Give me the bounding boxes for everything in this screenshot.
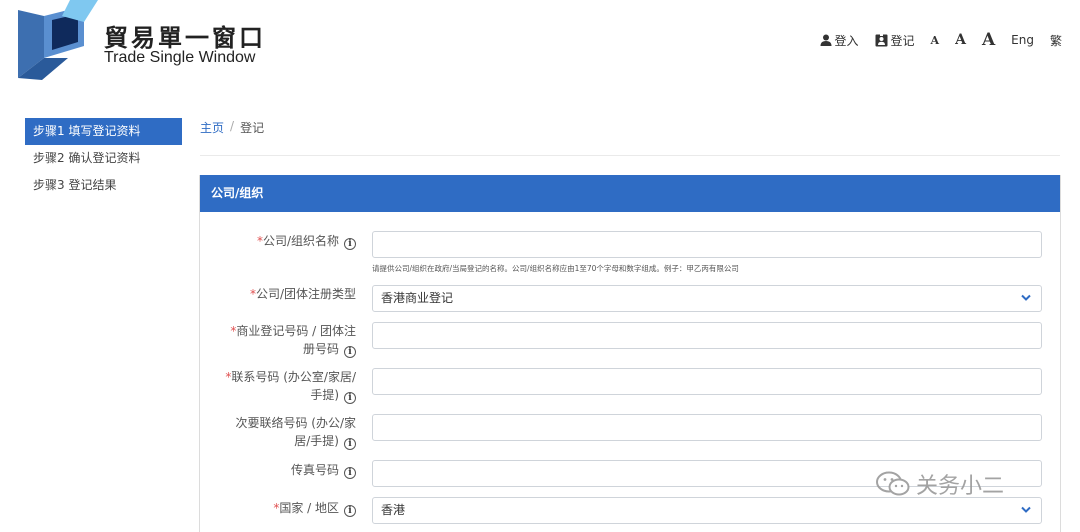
panel-title: 公司/组织 <box>200 175 1060 212</box>
language-traditional-chinese-link[interactable]: 繁 <box>1050 32 1062 49</box>
chevron-down-icon <box>1021 294 1031 301</box>
info-icon[interactable]: i <box>344 505 356 517</box>
secondary-contact-input[interactable] <box>372 414 1042 441</box>
info-icon[interactable]: i <box>344 238 356 250</box>
chevron-down-icon <box>1021 506 1031 513</box>
breadcrumb-home-link[interactable]: 主页 <box>200 119 224 136</box>
country-select[interactable]: 香港 <box>372 497 1042 524</box>
country-label: *国家 / 地区 i <box>273 499 356 517</box>
font-size-small-button[interactable]: A <box>931 34 940 47</box>
sidebar-step-2[interactable]: 步骤2 确认登记资料 <box>25 145 182 172</box>
contact-number-input[interactable] <box>372 368 1042 395</box>
brand-name-chinese: 貿易單一窗口 <box>104 24 266 52</box>
br-number-input[interactable] <box>372 322 1042 349</box>
register-link[interactable]: 登记 <box>875 32 915 49</box>
wechat-icon <box>876 471 910 496</box>
user-icon <box>820 34 832 46</box>
watermark-text: 关务小二 <box>916 474 1005 499</box>
register-label: 登记 <box>890 33 915 48</box>
login-link[interactable]: 登入 <box>820 32 859 49</box>
font-size-large-button[interactable]: A <box>982 30 995 50</box>
company-name-label: *公司/组织名称 i <box>257 232 356 250</box>
login-label: 登入 <box>834 33 859 48</box>
registration-type-value: 香港商业登记 <box>381 291 454 305</box>
brand-name-english: Trade Single Window <box>104 49 256 66</box>
breadcrumb-current: 登记 <box>240 121 265 135</box>
breadcrumb-separator: / <box>230 119 235 133</box>
company-name-hint: 请提供公司/组织在政府/当局登记的名称。公司/组织名称应由1至70个字母和数字组… <box>372 264 739 273</box>
info-icon[interactable]: i <box>344 467 356 479</box>
font-size-medium-button[interactable]: A <box>955 32 966 48</box>
language-english-link[interactable]: Eng <box>1011 33 1034 47</box>
top-utility-bar: 登入 登记 A A A Eng 繁 <box>820 30 1062 50</box>
br-number-label: *商业登记号码 / 团体注 册号码 i <box>230 324 356 358</box>
id-card-icon <box>875 33 888 46</box>
company-name-input[interactable] <box>372 231 1042 258</box>
sidebar-step-3[interactable]: 步骤3 登记结果 <box>25 172 182 199</box>
country-value: 香港 <box>381 503 406 517</box>
secondary-contact-label: 次要联络号码 (办公/家 居/手提) i <box>235 416 356 450</box>
fax-label: 传真号码 i <box>291 461 356 479</box>
info-icon[interactable]: i <box>344 438 356 450</box>
registration-steps-sidebar: 步骤1 填写登记资料 步骤2 确认登记资料 步骤3 登记结果 <box>25 118 182 199</box>
registration-type-select[interactable]: 香港商业登记 <box>372 285 1042 312</box>
trade-single-window-logo[interactable] <box>14 0 98 80</box>
registration-type-label: *公司/团体注册类型 <box>249 287 356 301</box>
breadcrumb: 主页 / 登记 <box>200 119 264 136</box>
wechat-watermark: 关务小二 <box>876 468 1004 500</box>
info-icon[interactable]: i <box>344 346 356 358</box>
contact-number-label: *联系号码 (办公室/家居/ 手提) i <box>225 370 356 404</box>
info-icon[interactable]: i <box>344 392 356 404</box>
sidebar-step-1[interactable]: 步骤1 填写登记资料 <box>25 118 182 145</box>
breadcrumb-divider <box>200 155 1060 156</box>
